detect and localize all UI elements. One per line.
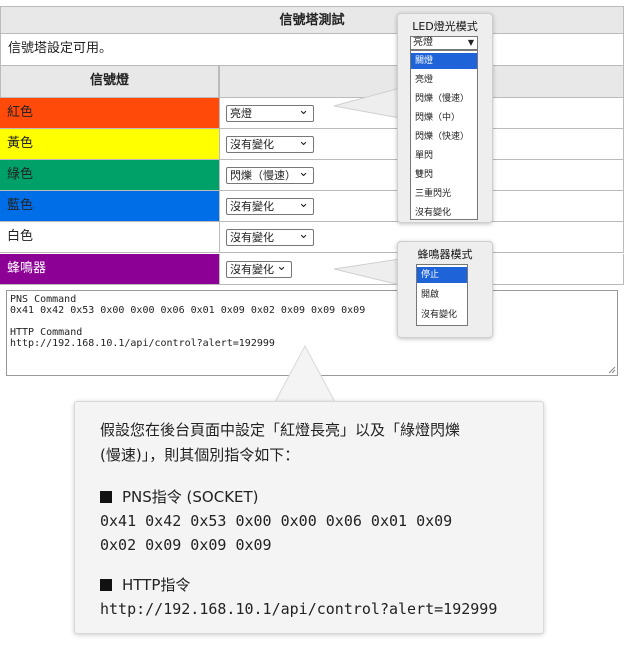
light-row: 黃色 沒有變化 ⌄ [0,129,624,160]
light-mode-value: 沒有變化 [230,200,274,213]
resize-handle-icon[interactable] [608,366,616,374]
light-mode-select[interactable]: 亮燈 ⌄ [226,103,314,122]
callout-intro-line2: (慢速)」，則其個別指令如下： [100,446,300,464]
buzzer-options-list: 停止 開啟 沒有變化 [416,264,468,326]
http-heading-row: HTTP指令 [100,574,190,595]
led-option[interactable]: 亮燈 [411,72,477,88]
http-command-url: http://192.168.10.1/api/control?alert=19… [100,600,498,618]
buzzer-option[interactable]: 開啟 [417,287,467,303]
led-option[interactable]: 雙閃 [411,167,477,183]
light-mode-select[interactable]: 沒有變化 ⌄ [226,259,292,278]
chevron-down-icon: ⌄ [298,134,309,149]
pns-command-line1: 0x41 0x42 0x53 0x00 0x00 0x06 0x01 0x09 [100,512,453,530]
light-mode-value: 亮燈 [230,107,252,120]
column-header-light: 信號燈 [0,66,219,98]
pns-heading-row: PNS指令 (SOCKET) [100,486,259,507]
chevron-down-icon: ⌄ [276,259,287,274]
light-color-label: 綠色 [0,160,219,191]
light-color-label: 白色 [0,222,219,253]
explanation-callout: 假設您在後台頁面中設定「紅燈長亮」以及「綠燈閃爍 (慢速)」，則其個別指令如下：… [74,401,544,634]
light-row: 藍色 沒有變化 ⌄ [0,191,624,222]
chevron-down-icon: ⌄ [298,227,309,242]
led-popup-title: LED燈光模式 [412,20,478,33]
chevron-down-icon: ⌄ [298,165,309,180]
light-color-label: 蜂鳴器 [0,254,219,285]
led-option[interactable]: 沒有變化 [411,205,477,221]
light-row: 綠色 閃爍（慢速） ⌄ [0,160,624,191]
light-mode-value: 沒有變化 [230,138,274,151]
callout-intro-line1: 假設您在後台頁面中設定「紅燈長亮」以及「綠燈閃爍 [100,421,461,439]
led-option[interactable]: 閃爍（慢速） [411,91,477,107]
pns-command-line2: 0x02 0x09 0x09 0x09 [100,536,272,554]
light-row: 紅色 亮燈 ⌄ [0,98,624,129]
light-row: 蜂鳴器 沒有變化 ⌄ [0,254,624,285]
led-mode-select[interactable]: 亮燈 ▼ [410,36,478,50]
led-option[interactable]: 關燈 [411,53,477,69]
signal-tower-panel: 信號塔測試 信號塔設定可用。 信號燈 紅色 亮燈 ⌄ 黃色 沒有變化 ⌄ 綠色 閃爍（慢速） ⌄… [0,0,625,381]
light-color-label: 藍色 [0,191,219,222]
light-mode-select[interactable]: 沒有變化 ⌄ [226,134,314,153]
light-mode-select[interactable]: 沒有變化 ⌄ [226,227,314,246]
led-option[interactable]: 閃爍（中） [411,110,477,126]
square-bullet-icon [100,579,112,591]
led-option[interactable]: 單閃 [411,148,477,164]
buzzer-option[interactable]: 停止 [417,267,467,283]
chevron-down-icon: ⌄ [298,103,309,118]
square-bullet-icon [100,491,112,503]
light-mode-select[interactable]: 閃爍（慢速） ⌄ [226,165,314,184]
http-heading: HTTP指令 [122,576,191,594]
led-option[interactable]: 三重閃光 [411,186,477,202]
availability-message: 信號塔設定可用。 [0,34,624,66]
chevron-down-icon: ▼ [467,38,474,47]
led-options-list: 關燈亮燈閃爍（慢速） 閃爍（中） 閃爍（快速） 單閃雙閃三重閃光沒有變化 [410,50,478,220]
light-mode-value: 沒有變化 [230,231,274,244]
pns-heading: PNS指令 (SOCKET) [122,488,259,506]
page-title: 信號塔測試 [0,6,624,34]
light-mode-value: 沒有變化 [230,263,274,276]
buzzer-mode-popup: 蜂鳴器模式 停止開啟沒有變化 [397,241,493,338]
buzzer-option[interactable]: 沒有變化 [417,307,467,323]
buzzer-popup-title: 蜂鳴器模式 [417,248,473,261]
chevron-down-icon: ⌄ [298,196,309,211]
light-color-label: 黃色 [0,129,219,160]
callout-pointer [274,344,336,404]
light-row: 白色 沒有變化 ⌄ [0,222,624,253]
led-option[interactable]: 閃爍（快速） [411,129,477,145]
light-mode-value: 閃爍（慢速） [230,169,296,182]
light-color-label: 紅色 [0,98,219,129]
led-mode-popup: LED燈光模式 亮燈 ▼ 關燈 亮燈 閃爍（慢速） 閃爍（中） 閃爍（快速） 單閃 雙閃 三重… [397,13,493,223]
light-mode-select[interactable]: 沒有變化 ⌄ [226,196,314,215]
led-mode-selected: 亮燈 [413,37,433,48]
